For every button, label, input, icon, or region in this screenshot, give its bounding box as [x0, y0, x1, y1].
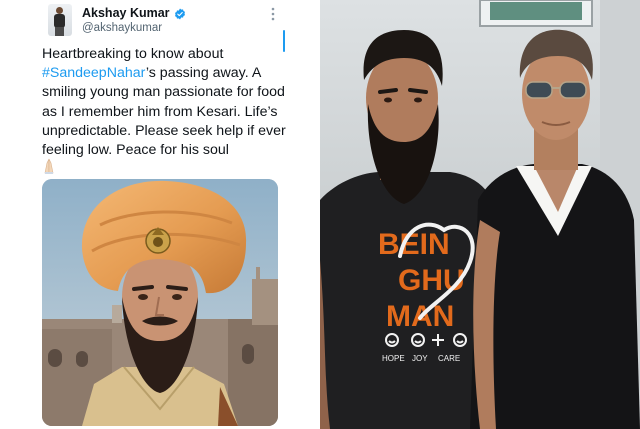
author-handle[interactable]: @akshaykumar	[82, 22, 162, 34]
author-avatar[interactable]	[48, 4, 72, 36]
verified-badge-icon	[174, 7, 186, 20]
photo-two-men[interactable]: BEIN GHU MAN HOPE JOY CARE	[320, 0, 640, 429]
shirt-icon-label-hope: HOPE	[382, 354, 405, 363]
shirt-text-line-2: GHU	[398, 264, 465, 297]
shirt-text-line-1: BEIN	[378, 228, 450, 261]
avatar-figure-head	[56, 7, 63, 14]
window	[479, 0, 593, 27]
tweet-card: Akshay Kumar @akshaykumar Heartbreaking …	[0, 0, 300, 429]
tweet-text: Heartbreaking to know about #SandeepNahar…	[42, 45, 292, 160]
avatar-figure-body	[54, 14, 65, 28]
more-options-icon[interactable]	[270, 6, 276, 22]
shirt-icon-label-joy: JOY	[412, 354, 428, 363]
tweet-text-intro: Heartbreaking to know about	[42, 46, 224, 62]
author-name-row: Akshay Kumar	[82, 6, 186, 20]
hashtag-link[interactable]: #SandeepNahar	[42, 65, 146, 81]
avatar-figure-legs	[55, 27, 64, 36]
tweet-photo[interactable]	[42, 179, 278, 426]
author-display-name[interactable]: Akshay Kumar	[82, 6, 170, 20]
shirt-icon-label-care: CARE	[438, 354, 460, 363]
folded-hands-icon	[42, 158, 56, 174]
